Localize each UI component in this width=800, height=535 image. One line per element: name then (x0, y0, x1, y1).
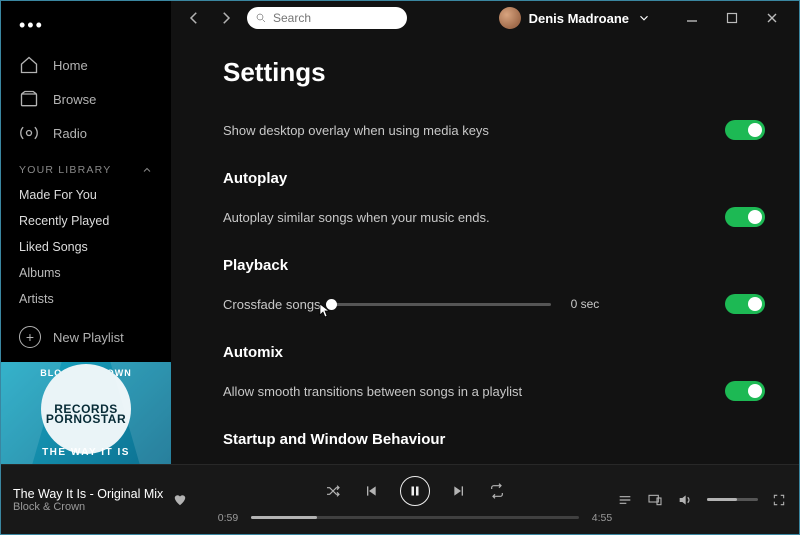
next-button[interactable] (450, 482, 468, 500)
chevron-down-icon (637, 11, 651, 25)
sidebar-nav-label: Home (53, 58, 88, 73)
setting-autoplay-row: Autoplay similar songs when your music e… (223, 197, 765, 237)
queue-button[interactable] (617, 491, 633, 509)
player-right-controls (617, 491, 787, 509)
crossfade-value: 0 sec (571, 297, 600, 311)
sidebar-nav-label: Radio (53, 126, 87, 141)
section-playback-header: Playback (223, 237, 765, 284)
sidebar-lib-recently-played[interactable]: Recently Played (1, 208, 171, 234)
heart-icon[interactable] (173, 493, 187, 507)
search-icon (255, 12, 267, 24)
setting-autoplay-desc: Autoplay similar songs when your music e… (223, 210, 725, 225)
sidebar: ••• Home Browse Rad (1, 1, 171, 464)
player-bar: The Way It Is - Original Mix Block & Cro… (1, 464, 799, 534)
nav-forward-button[interactable] (215, 7, 237, 29)
settings-scroll[interactable]: Settings Show desktop overlay when using… (171, 35, 799, 464)
crossfade-slider[interactable] (331, 303, 551, 306)
library-header: YOUR LIBRARY (1, 150, 171, 182)
section-autoplay-header: Autoplay (223, 150, 765, 197)
section-automix-header: Automix (223, 324, 765, 371)
library-header-text: YOUR LIBRARY (19, 164, 111, 176)
setting-overlay-row: Show desktop overlay when using media ke… (223, 110, 765, 150)
user-menu[interactable]: Denis Madroane (499, 7, 651, 29)
search-box[interactable] (247, 7, 407, 29)
progress-row: 0:59 4:55 (213, 512, 617, 524)
chevron-up-icon[interactable] (141, 164, 153, 176)
sidebar-lib-artists[interactable]: Artists (1, 286, 171, 312)
time-total: 4:55 (587, 512, 617, 524)
nav-back-button[interactable] (183, 7, 205, 29)
now-playing-artist[interactable]: Block & Crown (13, 501, 163, 513)
main-panel: Denis Madroane Settings Show desktop ove… (171, 1, 799, 464)
time-elapsed: 0:59 (213, 512, 243, 524)
player-center-controls: 0:59 4:55 (213, 476, 617, 524)
window-maximize-button[interactable] (721, 10, 743, 26)
home-icon (19, 55, 39, 75)
window-minimize-button[interactable] (681, 10, 703, 26)
repeat-button[interactable] (488, 482, 506, 500)
shuffle-button[interactable] (324, 482, 342, 500)
setting-crossfade-row: Crossfade songs 0 sec (223, 284, 765, 324)
sidebar-lib-albums[interactable]: Albums (1, 260, 171, 286)
progress-bar[interactable] (251, 516, 579, 519)
browse-icon (19, 89, 39, 109)
setting-automix-row: Allow smooth transitions between songs i… (223, 371, 765, 411)
album-cover[interactable]: BLOCK & CROWN PORNOSTAR RECORDS THE WAY … (1, 362, 171, 464)
window-controls (681, 10, 787, 26)
sidebar-nav-home[interactable]: Home (1, 48, 171, 82)
toggle-crossfade[interactable] (725, 294, 765, 314)
app-menu-dots[interactable]: ••• (1, 5, 171, 48)
sidebar-nav-radio[interactable]: Radio (1, 116, 171, 150)
sidebar-lib-liked-songs[interactable]: Liked Songs (1, 234, 171, 260)
cover-brand-bottom: RECORDS (1, 402, 171, 416)
now-playing-info: The Way It Is - Original Mix Block & Cro… (13, 487, 213, 513)
section-startup-header: Startup and Window Behaviour (223, 411, 765, 458)
play-pause-button[interactable] (400, 476, 430, 506)
top-bar: Denis Madroane (171, 1, 799, 35)
radio-icon (19, 123, 39, 143)
username: Denis Madroane (529, 11, 629, 26)
setting-automix-desc: Allow smooth transitions between songs i… (223, 384, 725, 399)
new-playlist-label: New Playlist (53, 330, 124, 345)
crossfade-label: Crossfade songs (223, 297, 321, 312)
toggle-autoplay[interactable] (725, 207, 765, 227)
sidebar-nav-browse[interactable]: Browse (1, 82, 171, 116)
search-input[interactable] (273, 11, 399, 25)
volume-slider[interactable] (707, 498, 758, 501)
previous-button[interactable] (362, 482, 380, 500)
window-close-button[interactable] (761, 10, 783, 26)
now-playing-title[interactable]: The Way It Is - Original Mix (13, 487, 163, 501)
toggle-automix[interactable] (725, 381, 765, 401)
plus-icon: + (19, 326, 41, 348)
slider-thumb[interactable] (326, 299, 337, 310)
fullscreen-button[interactable] (772, 491, 787, 509)
new-playlist-button[interactable]: + New Playlist (1, 312, 171, 362)
setting-overlay-desc: Show desktop overlay when using media ke… (223, 123, 725, 138)
avatar (499, 7, 521, 29)
page-title: Settings (223, 57, 765, 88)
toggle-overlay[interactable] (725, 120, 765, 140)
cover-bottom-text: THE WAY IT IS (1, 447, 171, 458)
sidebar-lib-made-for-you[interactable]: Made For You (1, 182, 171, 208)
volume-icon[interactable] (677, 491, 693, 509)
sidebar-nav-label: Browse (53, 92, 96, 107)
devices-button[interactable] (647, 491, 663, 509)
